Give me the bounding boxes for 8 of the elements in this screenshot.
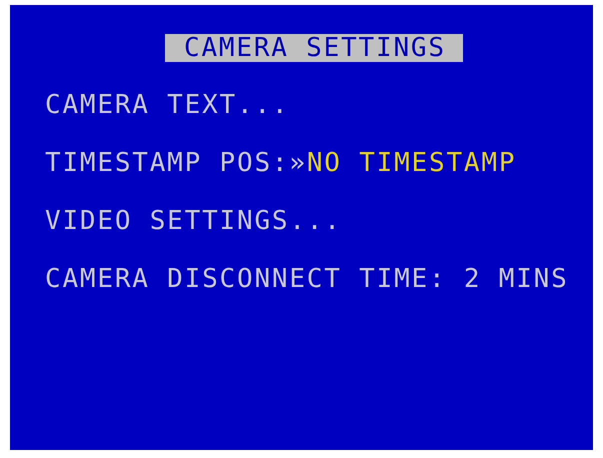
option-value[interactable]: 2 MINS bbox=[464, 264, 569, 294]
submenu-item[interactable]: CAMERA TEXT... bbox=[45, 90, 290, 120]
option-value[interactable]: NO TIMESTAMP bbox=[306, 148, 516, 178]
option-label: CAMERA DISCONNECT TIME: bbox=[45, 264, 446, 294]
option-label: TIMESTAMP POS: bbox=[45, 148, 290, 178]
selection-arrow: » bbox=[289, 148, 307, 178]
submenu-item[interactable]: VIDEO SETTINGS... bbox=[45, 206, 342, 236]
menu-title: CAMERA SETTINGS bbox=[165, 34, 463, 62]
